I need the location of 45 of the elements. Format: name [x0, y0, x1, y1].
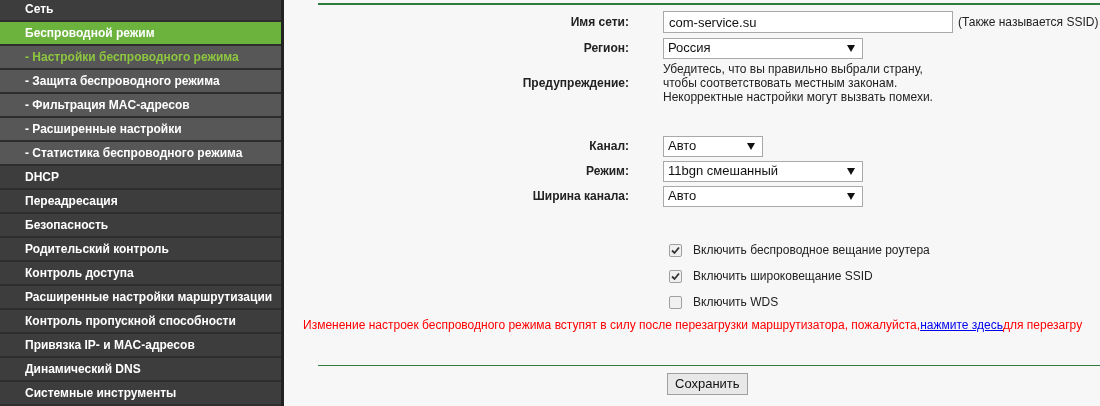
dropdown-arrow-icon — [747, 142, 755, 150]
dropdown[interactable]: Авто — [663, 185, 863, 207]
field-label: Канал: — [588, 138, 630, 155]
dropdown[interactable]: Авто — [663, 135, 763, 157]
checkbox[interactable] — [669, 243, 682, 257]
notice-text: для перезагру — [1002, 317, 1083, 334]
dropdown-arrow-icon — [847, 167, 855, 175]
field-label: Имя сети: — [569, 14, 630, 31]
ssid-input-field[interactable]: com-service.su — [663, 11, 953, 33]
notice-text: Изменение настроек беспроводного режима вступят в силу после перезагрузки маршрутизатора, пожалуйста, — [303, 317, 921, 334]
field-label: Регион: — [582, 40, 630, 57]
sidebar-item[interactable]: Привязка IP- и MAC-адресов — [0, 334, 281, 356]
dropdown[interactable]: Россия — [663, 37, 863, 59]
ssid-hint: (Также называется SSID) — [958, 14, 1099, 31]
dropdown[interactable]: 11bgn смешанный — [663, 160, 863, 182]
sidebar-item[interactable]: Контроль доступа — [0, 262, 281, 284]
dropdown-arrow-icon — [847, 192, 855, 200]
sidebar-item[interactable]: - Фильтрация MAC-адресов — [0, 94, 281, 116]
sidebar-item[interactable]: Сеть — [0, 0, 281, 20]
sidebar-item[interactable]: - Защита беспроводного режима — [0, 70, 281, 92]
checkmark-icon — [671, 271, 680, 281]
sidebar-item[interactable]: Родительский контроль — [0, 238, 281, 260]
checkbox-label: Включить широковещание SSID — [693, 268, 873, 285]
checkbox[interactable] — [669, 295, 682, 309]
sidebar-item[interactable]: DHCP — [0, 166, 281, 188]
checkbox[interactable] — [669, 269, 682, 283]
sidebar-item[interactable]: Безопасность — [0, 214, 281, 236]
field-label: Режим: — [585, 163, 630, 180]
save-button[interactable]: Сохранить — [667, 373, 748, 395]
sidebar-item[interactable]: Контроль пропускной способности — [0, 310, 281, 332]
dropdown-arrow-icon — [847, 44, 855, 52]
checkbox-label: Включить беспроводное вещание роутера — [693, 242, 930, 259]
warning-text: Убедитесь, что вы правильно выбрали страну, чтобы соответствовать местным законам. Некорректные настройки могут вызвать помехи. — [663, 62, 933, 104]
sidebar-item[interactable]: - Расширенные настройки — [0, 118, 281, 140]
sidebar-item[interactable]: - Настройки беспроводного режима — [0, 46, 281, 68]
field-label: Ширина канала: — [531, 188, 630, 205]
checkmark-icon — [671, 245, 680, 255]
checkbox-label: Включить WDS — [693, 294, 779, 311]
sidebar-item[interactable]: - Статистика беспроводного режима — [0, 142, 281, 164]
sidebar-item[interactable]: Переадресация — [0, 190, 281, 212]
sidebar-item[interactable]: Расширенные настройки маршрутизации — [0, 286, 281, 308]
restart-link[interactable]: нажмите здесь — [920, 316, 1003, 334]
sidebar-item[interactable]: Системные инструменты — [0, 382, 281, 404]
field-label: Предупреждение: — [521, 75, 630, 92]
sidebar-item[interactable]: Динамический DNS — [0, 358, 281, 380]
